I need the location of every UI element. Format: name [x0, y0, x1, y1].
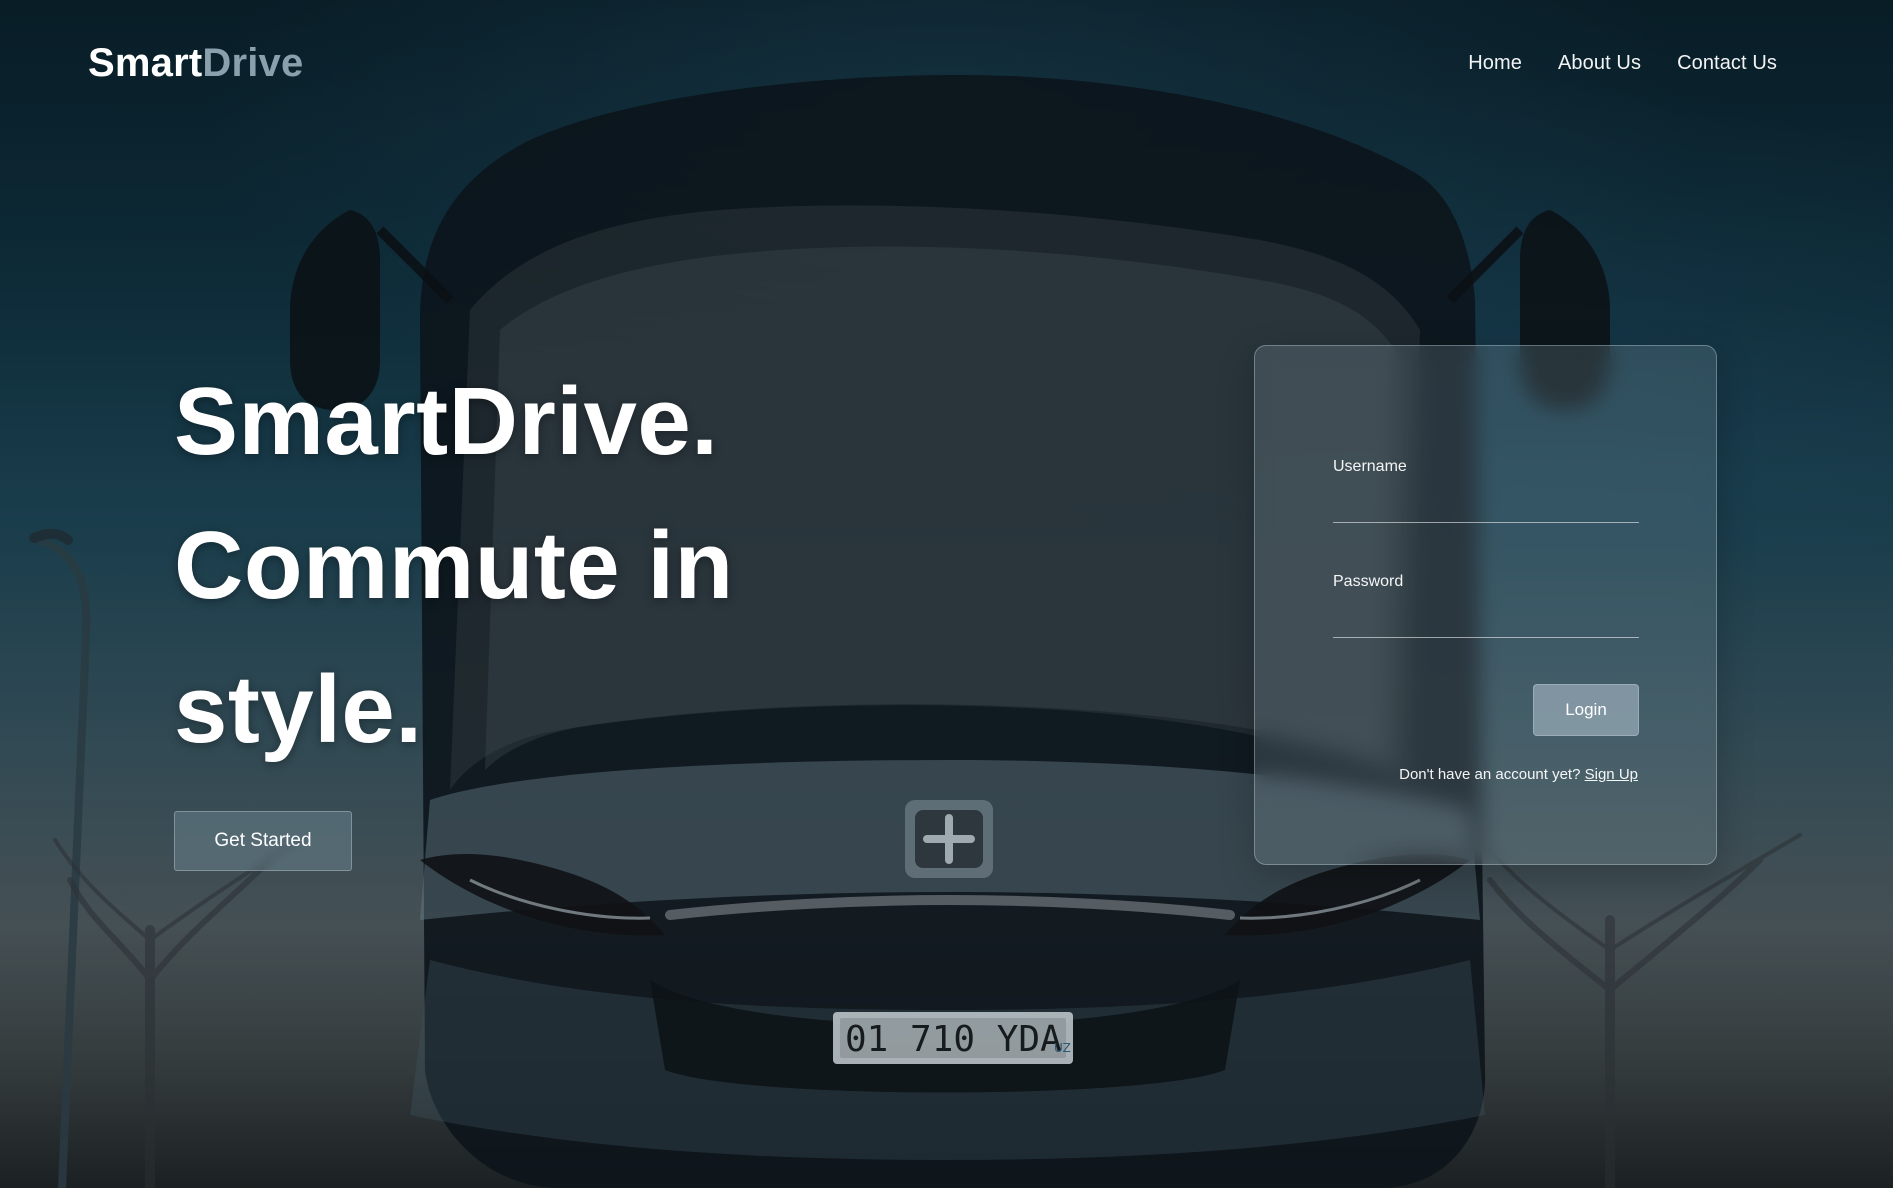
nav-contact-us[interactable]: Contact Us [1677, 53, 1777, 73]
license-plate-text: 01 710 YDA [845, 1019, 1062, 1060]
username-label: Username [1333, 458, 1407, 475]
signup-prompt: Don't have an account yet? [1399, 766, 1581, 783]
password-label: Password [1333, 573, 1404, 590]
hero-line-3: style. [174, 656, 423, 763]
hero-line-1: SmartDrive. [174, 368, 719, 475]
top-nav: Home About Us Contact Us [1468, 53, 1777, 73]
landing-page: 01 710 YDA UZ SmartDrive Home About Us C… [0, 0, 1893, 1188]
username-input[interactable] [1333, 494, 1639, 523]
hero-line-2: Commute in [174, 512, 734, 619]
login-panel: Username Password Login Don't have an ac… [1254, 345, 1717, 865]
nav-home[interactable]: Home [1468, 53, 1522, 73]
signup-row: Don't have an account yet? Sign Up [1399, 766, 1638, 783]
hero-section: SmartDrive. Commute in style. [174, 350, 934, 782]
brand-primary: Smart [88, 41, 203, 85]
brand-accent: Drive [202, 41, 304, 85]
bus-emblem [905, 800, 993, 878]
license-plate-country: UZ [1054, 1041, 1071, 1055]
license-plate: 01 710 YDA UZ [833, 1012, 1073, 1064]
username-field: Username [1333, 458, 1639, 523]
brand-logo[interactable]: SmartDrive [88, 43, 303, 83]
password-field: Password [1333, 573, 1639, 638]
get-started-button[interactable]: Get Started [174, 811, 352, 871]
light-pole [29, 528, 91, 1188]
password-input[interactable] [1333, 609, 1639, 638]
signup-link[interactable]: Sign Up [1585, 766, 1638, 783]
nav-about-us[interactable]: About Us [1558, 53, 1641, 73]
login-button[interactable]: Login [1533, 684, 1639, 736]
top-header: SmartDrive Home About Us Contact Us [88, 34, 1793, 92]
hero-heading: SmartDrive. Commute in style. [174, 350, 934, 782]
